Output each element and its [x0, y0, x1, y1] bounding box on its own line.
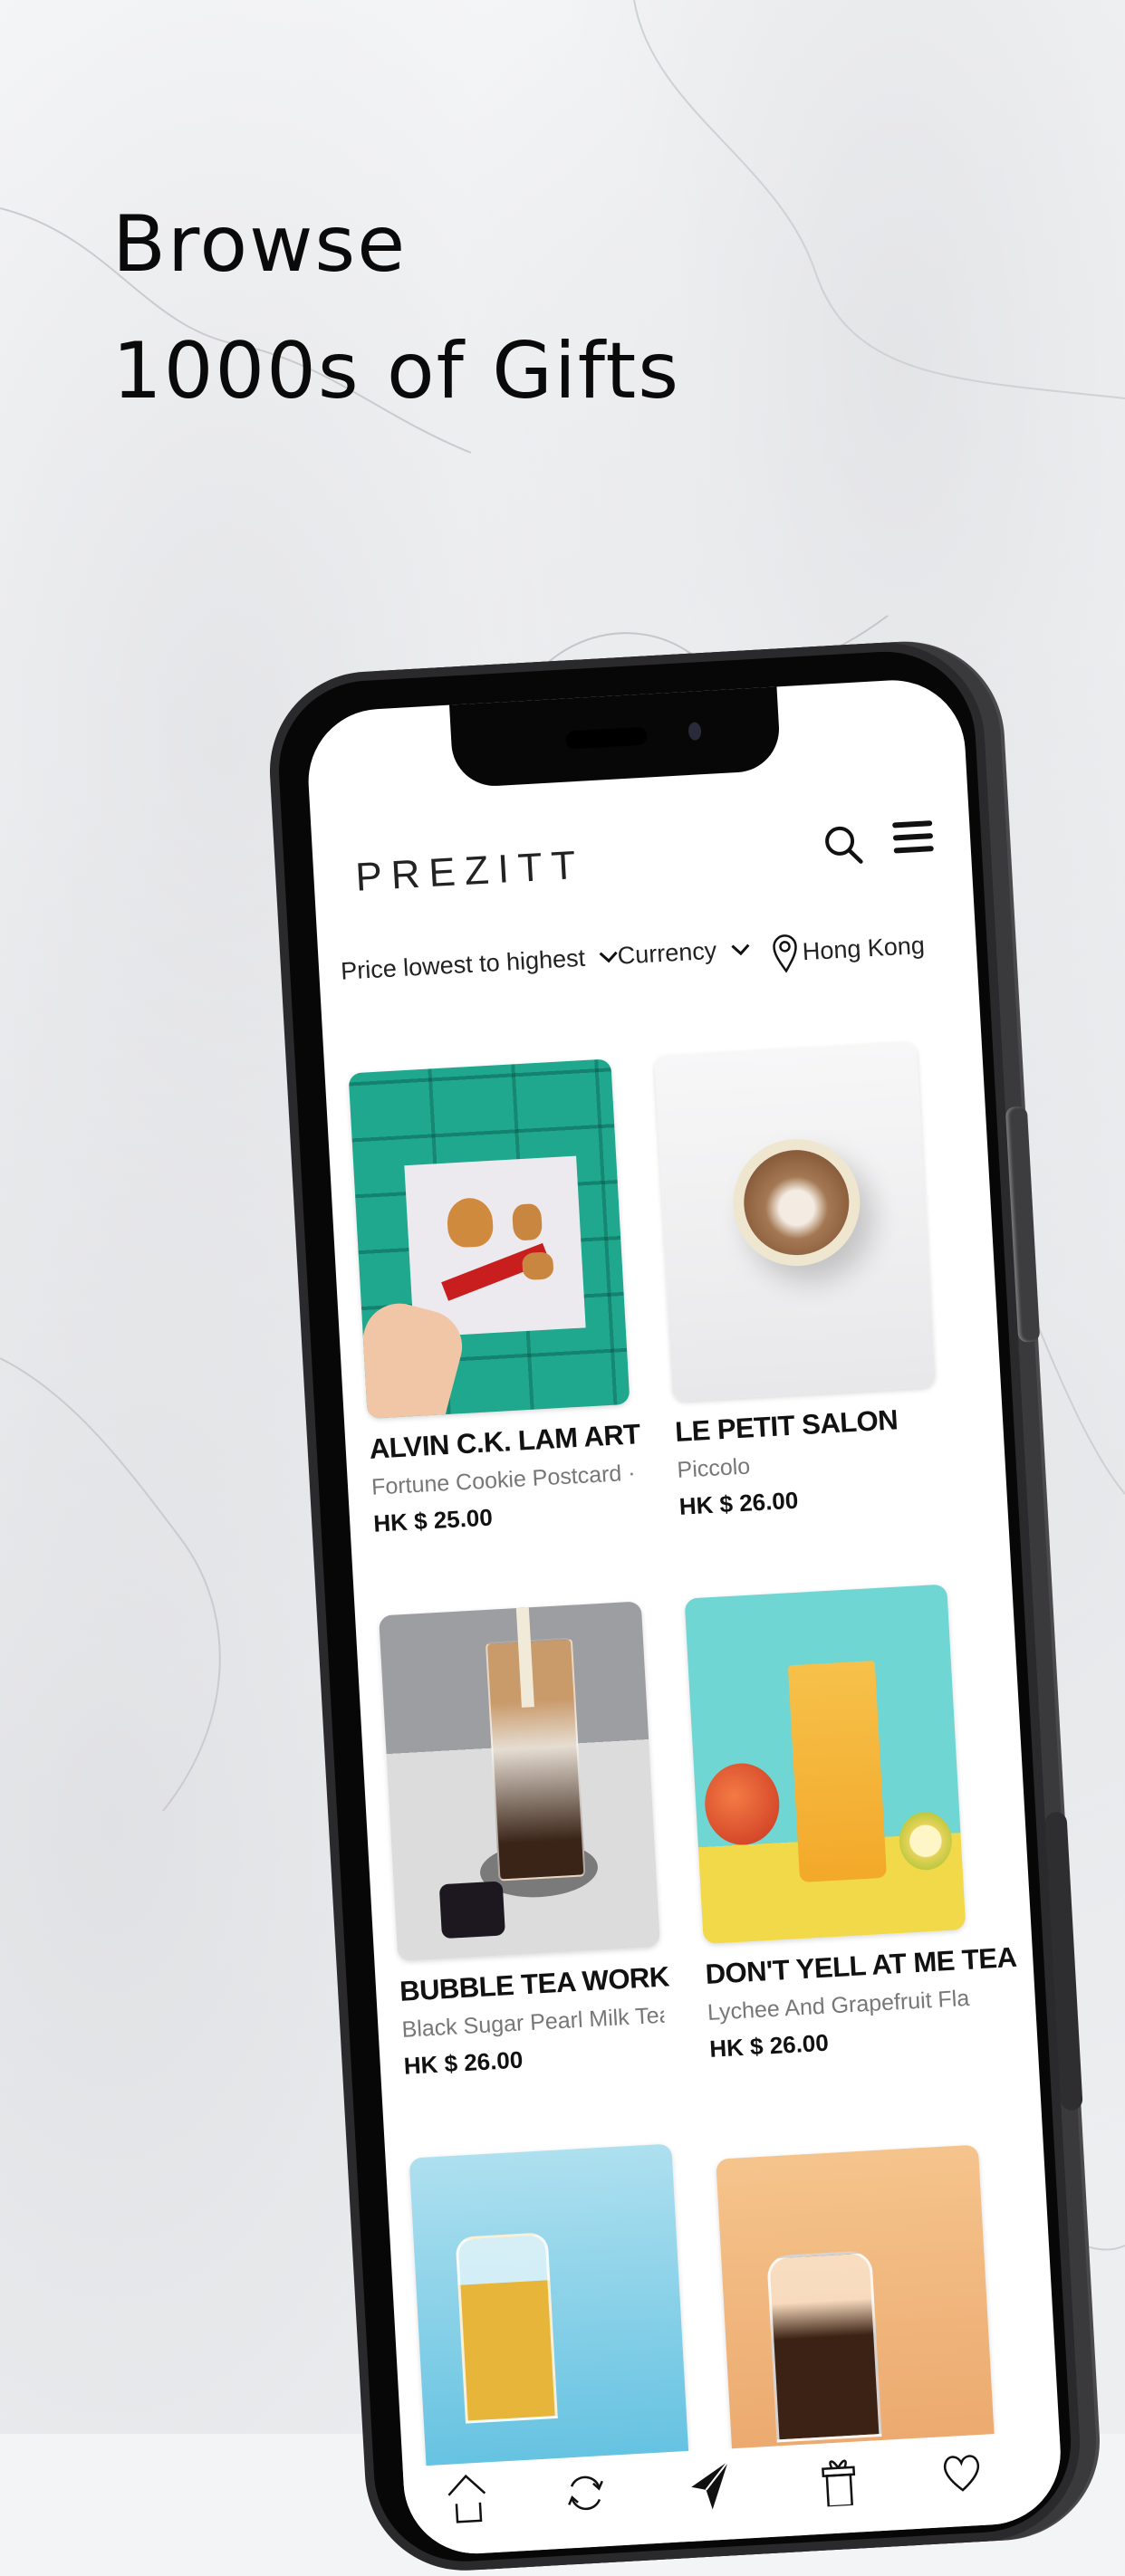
- product-card[interactable]: ALVIN C.K. LAM ART Fortune Cookie Postca…: [348, 1058, 641, 1537]
- tab-gifts[interactable]: [810, 2450, 867, 2508]
- product-name: Lychee And Grapefruit Flavored: [707, 1985, 971, 2025]
- menu-button[interactable]: [889, 814, 938, 862]
- product-name: Piccolo: [676, 1453, 751, 1483]
- product-image: [684, 1584, 966, 1945]
- product-image: [348, 1058, 630, 1419]
- product-card[interactable]: DON'T YELL AT ME TEA Lychee And Grapefru…: [684, 1584, 1018, 2064]
- product-name: Black Sugar Pearl Milk Tea: [400, 2002, 666, 2043]
- send-icon: [691, 2460, 729, 2510]
- search-button[interactable]: [819, 819, 869, 869]
- milk-tea-glass: [485, 1637, 586, 1882]
- headline: Browse 1000s of Gifts: [112, 181, 680, 435]
- product-card[interactable]: [409, 2143, 691, 2504]
- product-card[interactable]: BUBBLE TEA WORK Black Sugar Pearl Milk T…: [379, 1601, 670, 2080]
- tab-refresh[interactable]: [557, 2465, 614, 2522]
- product-grid: ALVIN C.K. LAM ART Fortune Cookie Postca…: [322, 1002, 1017, 2505]
- app-header: PREZITT: [310, 776, 971, 903]
- location-label: Hong Kong: [801, 931, 926, 965]
- chevron-down-icon: [730, 943, 749, 955]
- product-image: [654, 1041, 936, 1403]
- location-pin-icon: [773, 934, 797, 973]
- refresh-icon: [568, 2475, 603, 2511]
- search-icon: [825, 826, 863, 864]
- fruit-tea-cup: [787, 1661, 888, 1883]
- tea-jug: [766, 2250, 882, 2443]
- phone-bezel: PREZITT Price lowest to highest Currency…: [274, 646, 1076, 2567]
- product-card[interactable]: LE PETIT SALON Piccolo HK $ 26.00: [654, 1041, 942, 1520]
- apple: [702, 1761, 782, 1847]
- tab-favorites[interactable]: [933, 2443, 990, 2500]
- home-icon: [447, 2474, 486, 2523]
- product-brand: LE PETIT SALON: [674, 1403, 899, 1448]
- currency-dropdown[interactable]: Currency: [617, 935, 752, 971]
- product-price: HK $ 26.00: [708, 2028, 830, 2063]
- product-image: [409, 2143, 691, 2504]
- coffee-cup: [729, 1135, 864, 1269]
- product-price: HK $ 26.00: [403, 2045, 524, 2080]
- product-name: Fortune Cookie Postcard · HK: [370, 1460, 635, 1500]
- tab-send[interactable]: [682, 2457, 739, 2514]
- product-price: HK $ 26.00: [678, 1486, 800, 1520]
- speaker: [564, 726, 648, 750]
- filter-bar: Price lowest to highest Currency Hong Ko…: [318, 914, 977, 1004]
- headline-line-1: Browse: [112, 199, 408, 290]
- app-logo: PREZITT: [354, 842, 586, 900]
- sort-dropdown[interactable]: Price lowest to highest: [340, 943, 620, 986]
- product-price: HK $ 25.00: [372, 1503, 494, 1537]
- product-brand: BUBBLE TEA WORK: [399, 1960, 670, 2007]
- product-brand: ALVIN C.K. LAM ART: [368, 1418, 641, 1465]
- location-selector[interactable]: Hong Kong: [771, 925, 926, 973]
- headline-line-2: 1000s of Gifts: [112, 326, 681, 417]
- currency-label: Currency: [616, 936, 717, 970]
- menu-icon: [892, 820, 934, 854]
- gift-icon: [822, 2459, 856, 2508]
- tea-jug: [455, 2232, 558, 2424]
- heart-icon: [943, 2455, 980, 2492]
- app-screen: PREZITT Price lowest to highest Currency…: [304, 676, 1065, 2558]
- tab-home[interactable]: [439, 2471, 496, 2528]
- sort-label: Price lowest to highest: [340, 943, 586, 985]
- front-camera: [688, 722, 702, 741]
- phone-notch: [448, 683, 782, 789]
- product-image: [379, 1601, 660, 1961]
- phone-mockup: PREZITT Price lowest to highest Currency…: [264, 636, 1112, 2576]
- product-brand: DON'T YELL AT ME TEA: [704, 1940, 1018, 1991]
